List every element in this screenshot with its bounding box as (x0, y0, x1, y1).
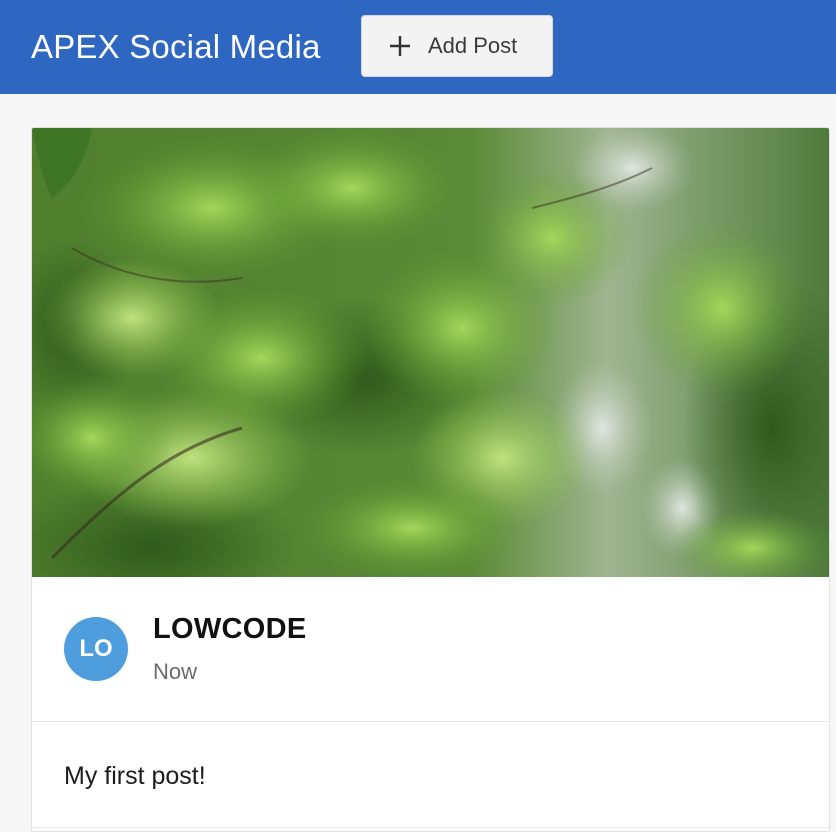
post-card: LO LOWCODE Now My first post! (31, 127, 830, 832)
avatar[interactable]: LO (64, 617, 128, 681)
post-text: My first post! (64, 762, 206, 790)
feed-region: LO LOWCODE Now My first post! (0, 94, 836, 832)
post-image (32, 128, 829, 577)
plus-icon (388, 34, 412, 58)
post-timestamp: Now (153, 659, 198, 684)
add-post-label: Add Post (428, 33, 518, 58)
post-body: My first post! (32, 722, 829, 828)
post-header: LO LOWCODE Now (32, 577, 829, 722)
app-header: APEX Social Media Add Post (0, 0, 836, 94)
add-post-button[interactable]: Add Post (361, 15, 553, 77)
app-title: APEX Social Media (31, 28, 321, 65)
author-name[interactable]: LOWCODE (153, 613, 307, 646)
